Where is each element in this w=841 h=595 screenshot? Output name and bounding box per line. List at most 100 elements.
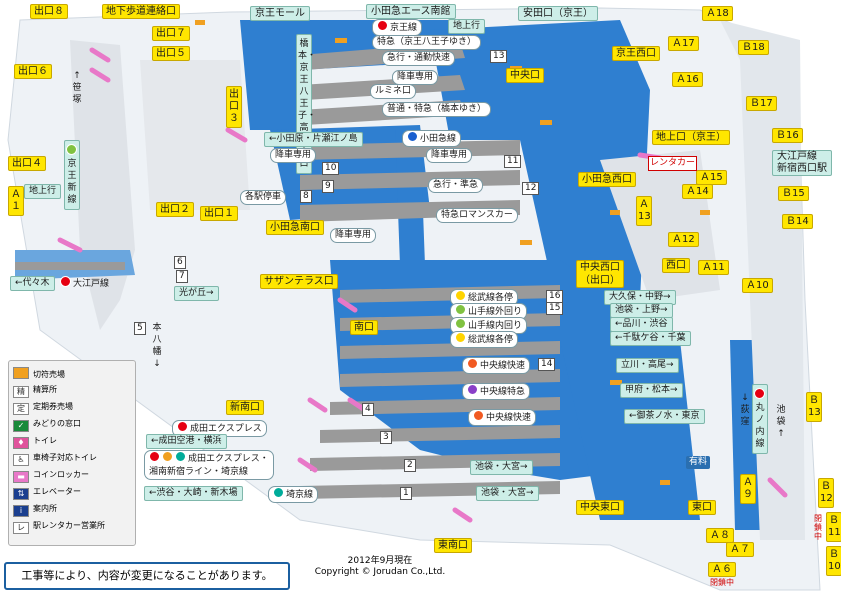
- ooedo-line-label: 大江戸線: [60, 276, 109, 291]
- central-east-exit: 中央東口: [576, 500, 624, 515]
- odakyu-ace-south-label: 小田急エース南館: [366, 4, 456, 19]
- nex-mark-2: [149, 451, 160, 462]
- keio-line-mark: [377, 20, 388, 31]
- platform-number-14: 14: [538, 358, 556, 371]
- keio-line-text: 京王線: [390, 23, 418, 33]
- legend-label: 精算所: [33, 385, 57, 394]
- odawara-enoshima-direction: ←小田原・片瀬江ノ島: [264, 132, 363, 147]
- exit-a6: Ａ６: [708, 562, 736, 577]
- sobu-local-1-text: 総武線各停: [468, 293, 514, 303]
- nex-shonan-saikyo-label: 成田エクスプレス・ 湘南新宿ライン・埼京線: [144, 450, 274, 480]
- new-south-exit: 新南口: [226, 400, 264, 415]
- exit-a11: Ａ11: [698, 260, 729, 275]
- exit-3: 出口３: [226, 86, 242, 128]
- ikebukuro-omiya-direction-1: 池袋・大宮→: [470, 460, 533, 475]
- info-icon: i: [13, 505, 29, 517]
- platform-number-15: 15: [546, 302, 564, 315]
- legend-label: 車椅子対応トイレ: [33, 453, 97, 462]
- saikyo-line-label: 埼京線: [268, 486, 319, 503]
- legend-label: コインロッカー: [33, 470, 89, 479]
- midori-icon: ✓: [13, 420, 29, 432]
- ogikubo-direction: ↓荻窪: [740, 393, 750, 427]
- ikebukuro-omiya-direction-2: 池袋・大宮→: [476, 486, 539, 501]
- keio-new-line-label: 京王新線: [64, 140, 80, 210]
- to-street-level-keio: 地上行: [448, 19, 486, 34]
- odakyu-line-label: 小田急線: [402, 130, 462, 147]
- exit-b11: Ｂ11: [826, 512, 841, 542]
- exit-a12: Ａ12: [668, 232, 699, 247]
- platform-number-7: 7: [176, 270, 188, 283]
- exit-a8: Ａ８: [706, 528, 734, 543]
- chuo-rapid-2: 中央線快速: [468, 409, 537, 426]
- exit-a10: Ａ10: [742, 278, 773, 293]
- exit-2: 出口２: [156, 202, 194, 217]
- ticket-icon: [13, 367, 29, 379]
- odakyu-line-mark: [407, 131, 418, 142]
- yoyogi-direction: ←代々木: [10, 276, 55, 291]
- sobu-line-mark-2: [455, 332, 466, 343]
- ikebukuro-direction: 池袋↑: [776, 405, 786, 439]
- odakyu-west-exit: 小田急西口: [578, 172, 636, 187]
- south-exit: 南口: [350, 320, 378, 335]
- keio-mall-label: 京王モール: [250, 6, 310, 21]
- copyright: Copyright © Jorudan Co.,Ltd.: [314, 567, 446, 577]
- legend-row-rent-a-car: レ駅レンタカー営業所: [13, 520, 105, 534]
- chuo-mark-1: [467, 358, 478, 369]
- motoyawata-direction: 本八幡↓: [152, 323, 162, 369]
- saikyo-mark: [175, 451, 186, 462]
- east-exit: 東口: [688, 500, 716, 515]
- legend-row-accessible-toilet: ♿ 車椅子対応トイレ: [13, 452, 97, 466]
- paid-area-label: 有料: [686, 456, 711, 469]
- toilet-icon: ♦: [13, 437, 29, 449]
- ooedo-platform: [15, 262, 125, 270]
- exit-b15: Ｂ15: [778, 186, 809, 201]
- yamanote-mark-1: [455, 304, 466, 315]
- elevator-icon: ⇅: [13, 488, 29, 500]
- odakyu-local: 各駅停車: [240, 190, 287, 205]
- chuo-mark-2: [473, 410, 484, 421]
- as-of-date: 2012年9月現在: [347, 556, 413, 566]
- yamanote-mark-2: [455, 318, 466, 329]
- keio-new-line-text: 京王新線: [67, 159, 77, 205]
- exit-a18: Ａ18: [702, 6, 733, 21]
- legend-label: 切符売場: [33, 370, 65, 379]
- legend-row-fare-adjust: 精精算所: [13, 384, 57, 398]
- sendagaya-chiba-direction: ←千駄ケ谷・千葉: [610, 331, 691, 346]
- legend-row-ticket: 切符売場: [13, 367, 65, 380]
- date-and-copyright: 2012年9月現在 Copyright © Jorudan Co.,Ltd.: [300, 556, 460, 578]
- legend-label: みどりの窓口: [33, 419, 81, 428]
- platform-number-9: 9: [322, 180, 334, 193]
- exit-b12: Ｂ12: [818, 478, 834, 508]
- keio-express-hachioji: 特急（京王八王子ゆき）: [372, 35, 482, 50]
- exit-b14: Ｂ14: [782, 214, 813, 229]
- platform-number-16: 16: [546, 290, 564, 303]
- legend-row-info: i 案内所: [13, 503, 57, 517]
- chuo-limited-express-text: 中央線特急: [480, 387, 526, 397]
- odakyu-arrival-only-1: 降車専用: [270, 148, 317, 163]
- tachikawa-takao-direction: 立川・高尾→: [616, 358, 679, 373]
- commuter-pass-icon: 定: [13, 403, 29, 415]
- odakyu-romancecar: 特急ロマンスカー: [436, 208, 518, 223]
- chuo-limited-express: 中央線特急: [462, 383, 531, 400]
- exit-5: 出口５: [152, 46, 190, 61]
- kofu-matsumoto-direction: 甲府・松本→: [620, 383, 683, 398]
- keio-rapid-commuter: 急行・通勤快速: [382, 51, 456, 66]
- ooedo-line-text: 大江戸線: [73, 279, 110, 289]
- legend-row-midori: ✓ みどりの窓口: [13, 418, 81, 432]
- legend-label: 駅レンタカー営業所: [33, 521, 105, 530]
- keio-arrival-only: 降車専用: [392, 70, 439, 85]
- exit-4: 出口４: [8, 156, 46, 171]
- sobu-line-mark-1: [455, 290, 466, 301]
- chuo-rapid-1: 中央線快速: [462, 357, 531, 374]
- ikebukuro-ueno-direction: 池袋・上野→: [610, 303, 673, 318]
- keio-local-express-hashimoto: 普通・特急（橋本ゆき）: [382, 102, 492, 117]
- rent-a-car-office: レンタカー: [648, 156, 698, 171]
- exit-b18: Ｂ18: [738, 40, 769, 55]
- yamanote-outer-text: 山手線外回り: [468, 307, 523, 317]
- narita-yokohama-direction: ←成田空港・横浜: [146, 434, 227, 449]
- legend-row-coin-locker: ▬ コインロッカー: [13, 469, 89, 483]
- odakyu-arrival-only-2: 降車専用: [426, 148, 473, 163]
- platform-number-12: 12: [522, 182, 540, 195]
- platform-number-4: 4: [362, 403, 374, 416]
- exit-a1: Ａ１: [8, 186, 24, 216]
